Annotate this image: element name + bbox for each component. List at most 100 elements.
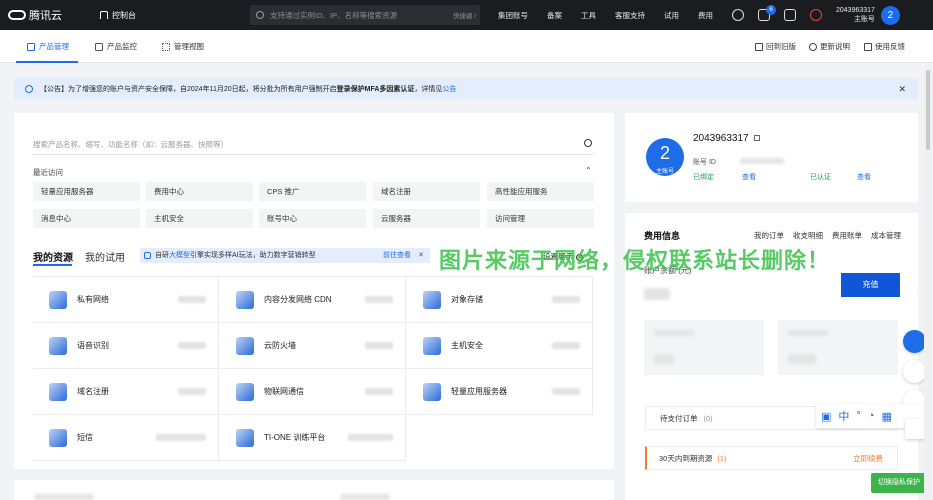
nav-tools[interactable]: 工具 (581, 10, 596, 21)
bell-icon[interactable]: 6 (758, 5, 776, 21)
resource-name: 云防火墙 (264, 341, 296, 350)
expiring-resources-row[interactable]: 30天内到期资源 (1) 立即续费 (645, 446, 898, 470)
monitor-icon (95, 42, 103, 51)
copy-icon[interactable] (753, 135, 760, 142)
recent-item[interactable]: 云服务器 (373, 209, 480, 228)
close-icon[interactable]: ✕ (898, 84, 906, 95)
resource-count-blurred (156, 434, 206, 441)
announcement-link[interactable]: 公告 (442, 84, 456, 94)
settings-icon[interactable] (810, 9, 822, 21)
iot-icon (236, 382, 254, 401)
statement-link[interactable]: 收支明细 (793, 230, 823, 241)
nav-support[interactable]: 客服支持 (615, 10, 645, 21)
asr-icon (49, 336, 67, 355)
global-search-input[interactable]: 支持通过实例ID、IP、名称等搜索资源 快捷键 / (250, 5, 480, 25)
resource-item[interactable]: 物联网通信 (220, 369, 406, 415)
recent-item[interactable]: 域名注册 (373, 182, 480, 201)
account-info[interactable]: 2043963317 主账号 (836, 6, 875, 24)
update-notes-link[interactable]: 更新说明 (809, 41, 850, 52)
recent-item[interactable]: 高性能应用服务 (487, 182, 594, 201)
recent-item[interactable]: 主机安全 (146, 209, 253, 228)
nav-billing[interactable]: 费用 (698, 10, 713, 21)
my-orders-link[interactable]: 我的订单 (754, 230, 784, 241)
view-verification-link[interactable]: 查看 (857, 172, 871, 182)
view-phone-link[interactable]: 查看 (742, 172, 756, 182)
announcement-suffix: ，详情见 (414, 86, 443, 93)
console-link[interactable]: 控制台 (100, 10, 250, 21)
menu-icon[interactable] (905, 419, 925, 439)
resource-count-blurred (348, 434, 393, 441)
feedback-link[interactable]: 使用反馈 (864, 41, 905, 52)
resource-count-blurred (178, 388, 206, 395)
user-avatar[interactable]: 2 (880, 5, 900, 25)
cost-management-link[interactable]: 成本管理 (871, 230, 901, 241)
close-icon[interactable]: ✕ (418, 248, 424, 263)
back-to-old-version-link[interactable]: 回到旧版 (755, 41, 796, 52)
mail-icon[interactable] (784, 9, 796, 21)
resource-count-blurred (365, 296, 393, 303)
promo-banner[interactable]: 自研大模型引擎实现多样AI玩法，助力数字营销转型 前往查看 ✕ (140, 248, 430, 263)
resource-name: 短信 (77, 433, 93, 442)
update-notes-label: 更新说明 (820, 42, 850, 51)
bill-link[interactable]: 费用账单 (832, 230, 862, 241)
resource-item[interactable]: 域名注册 (33, 369, 219, 415)
expiring-count: (1) (717, 454, 727, 463)
collapse-icon[interactable]: ⌃ (585, 166, 592, 175)
tab-my-resources[interactable]: 我的资源 (33, 249, 73, 264)
blurred-account-id (740, 158, 784, 164)
keyboard-icon[interactable]: ▦ (881, 410, 891, 423)
back-old-label: 回到旧版 (766, 42, 796, 51)
recent-item[interactable]: 访问管理 (487, 209, 594, 228)
brand-logo[interactable]: 腾讯云 (8, 7, 100, 23)
chinese-input-toggle[interactable]: 中 (838, 408, 849, 424)
recent-item[interactable]: 轻量应用服务器 (33, 182, 140, 201)
tab-product-monitoring[interactable]: 产品监控 (95, 41, 137, 52)
recharge-button[interactable]: 充值 (841, 273, 900, 297)
feedback-label: 使用反馈 (875, 42, 905, 51)
resource-item[interactable]: 私有网络 (33, 277, 219, 323)
sms-icon (49, 428, 67, 447)
resource-item[interactable]: 短信 (33, 415, 219, 461)
resource-item[interactable]: 轻量应用服务器 (407, 369, 593, 415)
feedback-icon (864, 42, 872, 51)
nav-group-account[interactable]: 集团账号 (498, 10, 528, 21)
pending-orders-label: 待支付订单 (660, 414, 698, 423)
blurred-text (654, 354, 674, 364)
console-label: 控制台 (112, 10, 136, 20)
account-uin-text: 2043963317 (693, 133, 749, 144)
nav-filing[interactable]: 备案 (547, 10, 562, 21)
nav-trial[interactable]: 试用 (664, 10, 679, 21)
privacy-toggle-button[interactable]: 切换隐私保护 (871, 473, 927, 493)
fee-card (644, 320, 764, 375)
scrollbar-thumb[interactable] (926, 70, 930, 150)
promo-link[interactable]: 前往查看 (383, 248, 411, 263)
blurred-balance (644, 288, 670, 300)
blurred-heading (340, 494, 390, 500)
account-avatar[interactable]: 2 主账号 (646, 138, 684, 176)
resource-name: 语音识别 (77, 341, 109, 350)
resource-name: 主机安全 (451, 341, 483, 350)
resource-item[interactable]: 云防火墙 (220, 323, 406, 369)
input-method-icon[interactable]: ▣ (821, 410, 831, 423)
emoji-icon[interactable]: ◔ (868, 410, 875, 422)
punctuation-icon[interactable]: ° (856, 410, 860, 422)
tab-my-trials[interactable]: 我的试用 (85, 249, 125, 264)
resource-item[interactable]: 语音识别 (33, 323, 219, 369)
recent-item[interactable]: CPS 推广 (259, 182, 366, 201)
tab-management-view[interactable]: 管理视图 (162, 41, 204, 52)
scrollbar[interactable] (924, 64, 932, 500)
tab-product-management[interactable]: 产品管理 (27, 41, 69, 52)
recent-item[interactable]: 费用中心 (146, 182, 253, 201)
resource-item[interactable]: 对象存储 (407, 277, 593, 323)
product-search-input[interactable]: 搜索产品名称、缩写、功能名称（如：云服务器、快照等） (33, 139, 228, 150)
resource-item[interactable]: 内容分发网络 CDN (220, 277, 406, 323)
recent-item[interactable]: 消息中心 (33, 209, 140, 228)
resource-item[interactable]: 主机安全 (407, 323, 593, 369)
resource-item[interactable]: TI-ONE 训练平台 (220, 415, 406, 461)
cloud-assistant-icon[interactable] (903, 360, 926, 383)
compass-icon[interactable] (732, 9, 744, 21)
search-icon[interactable] (584, 139, 592, 147)
renew-now-link[interactable]: 立即续费 (853, 447, 883, 471)
recent-item[interactable]: 账号中心 (259, 209, 366, 228)
support-chat-icon[interactable] (903, 330, 926, 353)
